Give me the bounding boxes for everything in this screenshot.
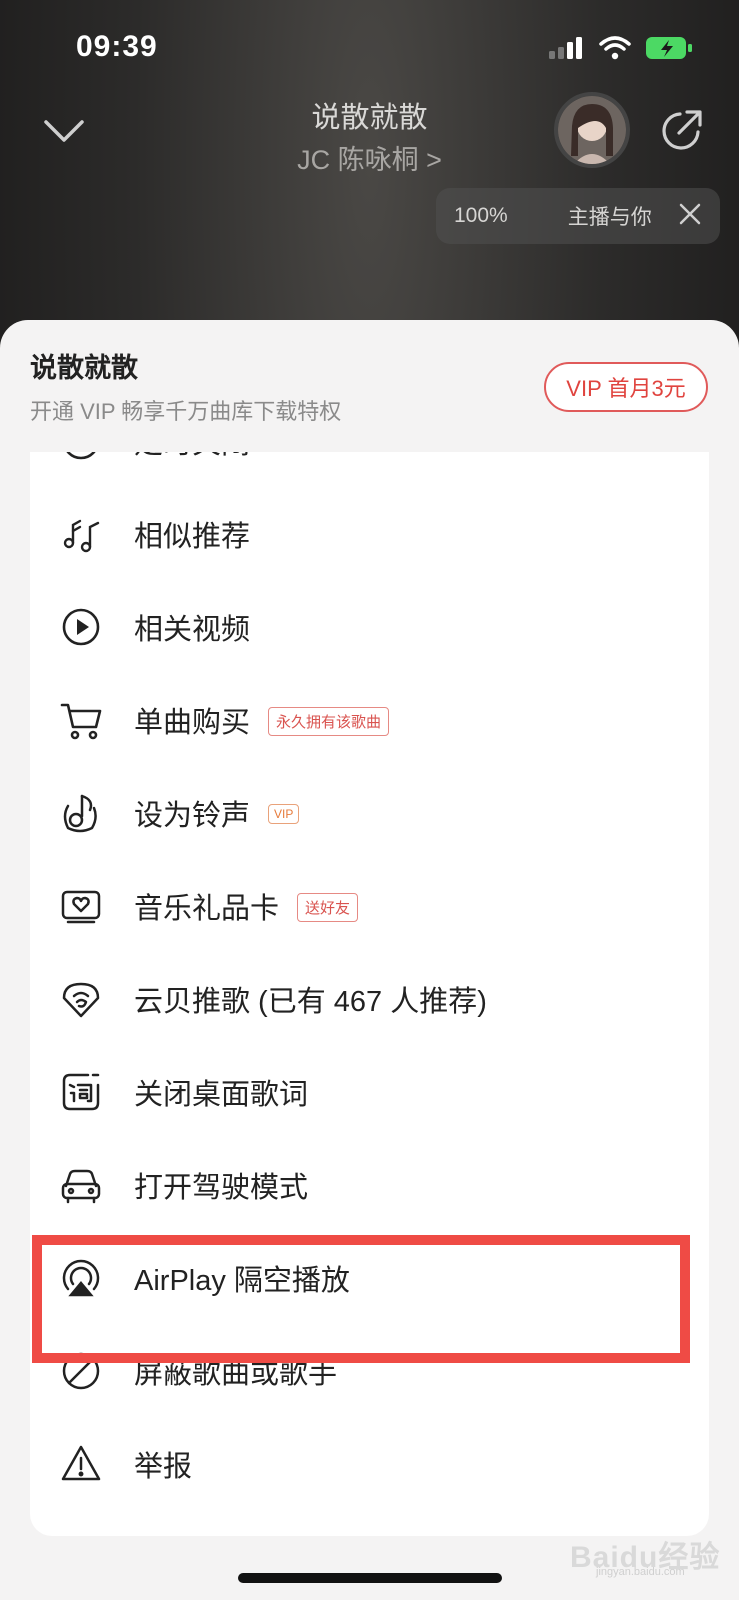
battery-icon — [646, 37, 692, 59]
vip-tag: VIP — [268, 804, 300, 825]
purchase-tag: 永久拥有该歌曲 — [268, 706, 390, 736]
menu-item-label: 举报 — [134, 1451, 193, 1483]
menu-item-label: 音乐礼品卡 送好友 — [134, 885, 359, 927]
lyrics-icon — [60, 1071, 102, 1113]
cloud-shell-icon — [60, 978, 102, 1020]
pill-percent: 100% — [454, 204, 508, 227]
status-icons — [549, 36, 693, 60]
vip-button[interactable]: VIP 首月3元 — [544, 362, 708, 412]
menu-item-timer[interactable]: 定时关闭 — [30, 452, 709, 488]
menu-item-desktop-lyrics[interactable]: 关闭桌面歌词 — [30, 1045, 709, 1139]
home-indicator[interactable] — [238, 1573, 502, 1583]
gift-tag: 送好友 — [297, 892, 359, 922]
menu-item-report[interactable]: 举报 — [30, 1417, 709, 1511]
close-icon[interactable] — [676, 200, 704, 228]
car-icon — [60, 1164, 102, 1206]
signal-icon — [549, 37, 582, 59]
airplay-highlight-box — [32, 1235, 690, 1363]
menu-item-driving-mode[interactable]: 打开驾驶模式 — [30, 1138, 709, 1232]
avatar-image-icon — [558, 96, 626, 164]
share-icon[interactable] — [658, 108, 704, 154]
menu-list: 定时关闭 相似推荐 相关视频 单曲购买永久拥有该歌曲 — [30, 452, 709, 1536]
menu-item-label: 相似推荐 — [134, 521, 251, 553]
avatar[interactable] — [554, 92, 630, 168]
ringtone-icon — [60, 792, 102, 834]
wifi-icon — [599, 36, 631, 60]
menu-item-cloud-shell[interactable]: 云贝推歌 (已有 467 人推荐) — [30, 952, 709, 1046]
menu-item-purchase[interactable]: 单曲购买 永久拥有该歌曲 — [30, 673, 709, 767]
status-time: 09:39 — [76, 30, 158, 63]
sheet-title: 说散就散 — [30, 353, 138, 383]
menu-item-similar[interactable]: 相似推荐 — [30, 487, 709, 581]
warning-icon — [60, 1443, 102, 1485]
pill-text: 主播与你 — [567, 206, 652, 229]
menu-item-ringtone[interactable]: 设为铃声 VIP — [30, 766, 709, 860]
watermark-url: jingyan.baidu.com — [596, 1566, 685, 1578]
music-notes-icon — [60, 513, 102, 555]
menu-item-label: 定时关闭 — [134, 452, 250, 462]
label-text: 音乐礼品卡 — [134, 893, 280, 925]
timer-icon — [60, 452, 102, 462]
menu-item-label: 设为铃声 VIP — [134, 792, 300, 834]
menu-item-gift-card[interactable]: 音乐礼品卡 送好友 — [30, 859, 709, 953]
play-video-icon — [60, 606, 102, 648]
menu-item-label: 单曲购买 永久拥有该歌曲 — [134, 699, 390, 741]
menu-item-label: 打开驾驶模式 — [134, 1172, 309, 1204]
sheet-subtitle: 开通 VIP 畅享千万曲库下载特权 — [30, 399, 342, 424]
menu-item-label: 相关视频 — [134, 614, 251, 646]
artist-link[interactable]: JC 陈咏桐 > — [0, 138, 739, 177]
menu-item-label: 关闭桌面歌词 — [134, 1079, 309, 1111]
menu-item-label: 云贝推歌 (已有 467 人推荐) — [134, 986, 487, 1018]
label-text: 设为铃声 — [134, 800, 251, 832]
label-text: 单曲购买 — [134, 707, 251, 739]
gift-card-icon — [60, 885, 102, 927]
shopping-cart-icon — [60, 699, 102, 741]
listening-pill[interactable]: 100% 主播与你 — [436, 188, 720, 244]
menu-item-video[interactable]: 相关视频 — [30, 580, 709, 674]
